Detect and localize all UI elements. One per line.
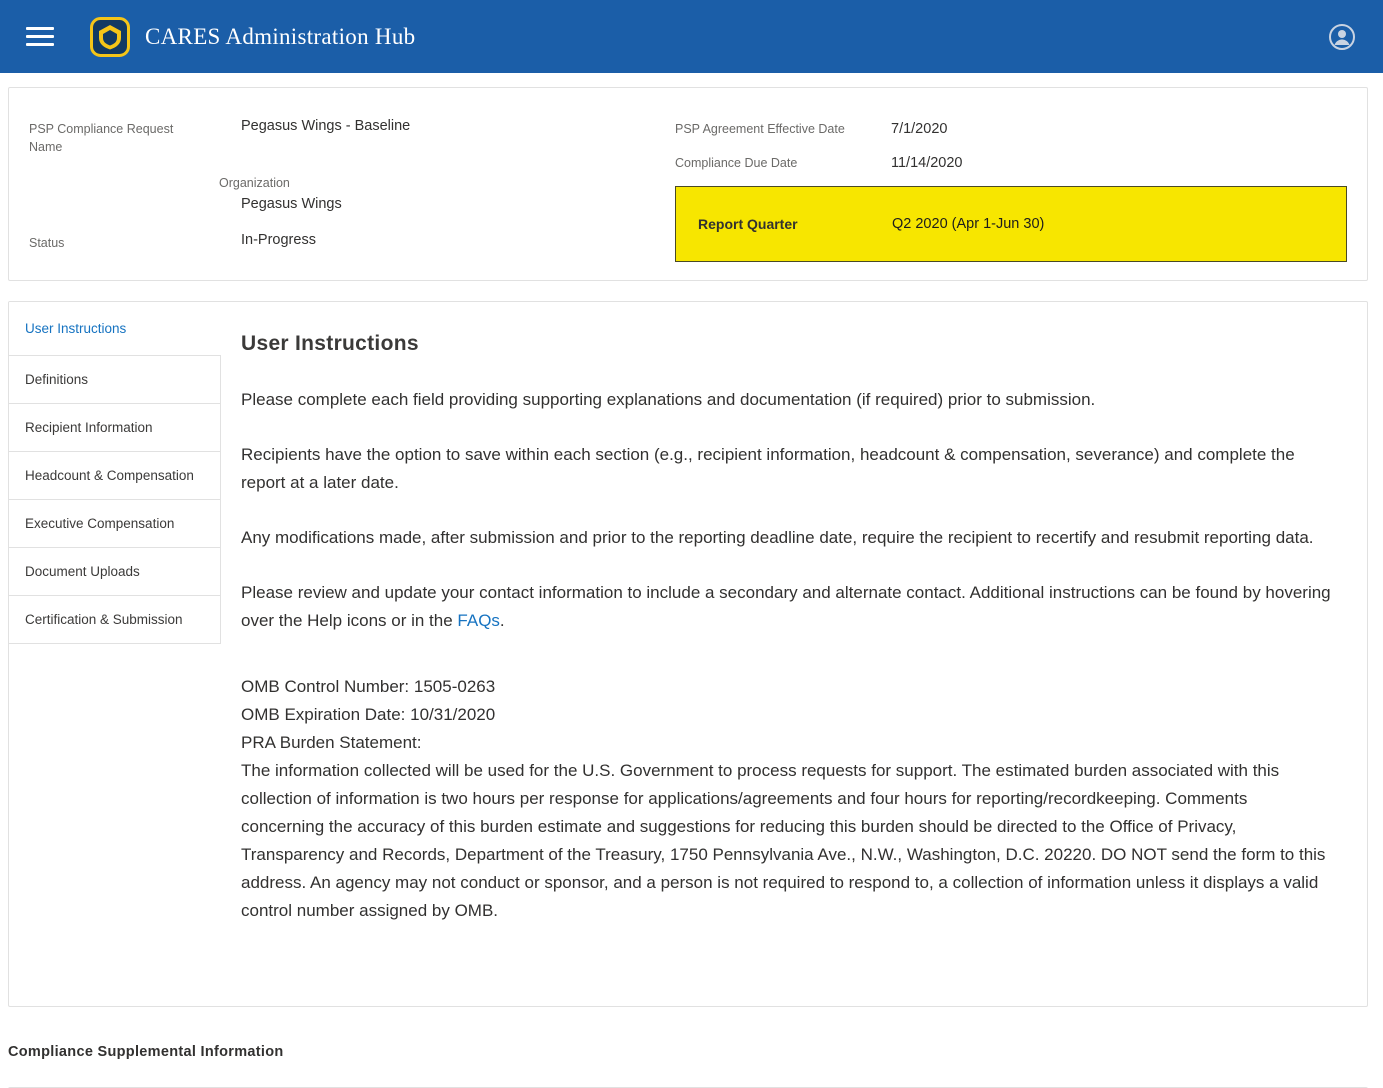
- instruction-paragraph: Any modifications made, after submission…: [241, 524, 1331, 552]
- contact-text-post: .: [500, 611, 505, 630]
- pra-burden-heading: PRA Burden Statement:: [241, 729, 1331, 757]
- tab-certification-submission[interactable]: Certification & Submission: [9, 596, 221, 644]
- tab-headcount-compensation[interactable]: Headcount & Compensation: [9, 452, 221, 500]
- tab-executive-compensation[interactable]: Executive Compensation: [9, 500, 221, 548]
- app-bar: CARES Administration Hub: [0, 0, 1383, 73]
- tab-user-instructions[interactable]: User Instructions: [9, 302, 221, 356]
- user-instructions-panel: User Instructions Please complete each f…: [221, 302, 1367, 1006]
- tab-recipient-information[interactable]: Recipient Information: [9, 404, 221, 452]
- omb-statement-block: OMB Control Number: 1505-0263 OMB Expira…: [241, 673, 1331, 925]
- organization-label: Organization: [219, 174, 675, 192]
- report-quarter-value: Q2 2020 (Apr 1-Jun 30): [892, 216, 1044, 232]
- effective-date-label: PSP Agreement Effective Date: [675, 120, 891, 138]
- page: CARES Administration Hub PSP Compliance …: [0, 0, 1383, 1088]
- due-date-value: 11/14/2020: [891, 155, 1347, 171]
- app-title: CARES Administration Hub: [145, 24, 415, 50]
- omb-control-number: OMB Control Number: 1505-0263: [241, 673, 1331, 701]
- request-name-value: Pegasus Wings - Baseline: [241, 106, 675, 156]
- panel-title: User Instructions: [241, 332, 1331, 356]
- instruction-paragraph-contact: Please review and update your contact in…: [241, 579, 1331, 635]
- report-sections-card: User Instructions Definitions Recipient …: [8, 301, 1368, 1007]
- organization-value: Pegasus Wings: [241, 196, 675, 212]
- hamburger-menu-icon[interactable]: [26, 27, 54, 46]
- report-quarter-highlight: Report Quarter Q2 2020 (Apr 1-Jun 30): [675, 186, 1347, 262]
- tab-definitions[interactable]: Definitions: [9, 356, 221, 404]
- faqs-link[interactable]: FAQs: [457, 611, 500, 630]
- report-quarter-label: Report Quarter: [698, 216, 892, 232]
- omb-expiration-date: OMB Expiration Date: 10/31/2020: [241, 701, 1331, 729]
- instruction-paragraph: Please complete each field providing sup…: [241, 386, 1331, 414]
- app-logo-icon: [90, 17, 130, 57]
- status-value: In-Progress: [241, 212, 675, 252]
- contact-text-pre: Please review and update your contact in…: [241, 583, 1331, 630]
- status-label: Status: [29, 212, 241, 252]
- section-tab-list: User Instructions Definitions Recipient …: [9, 302, 221, 1006]
- user-avatar-icon[interactable]: [1327, 22, 1357, 52]
- compliance-supplemental-title: Compliance Supplemental Information: [8, 1044, 1383, 1060]
- due-date-label: Compliance Due Date: [675, 154, 891, 172]
- compliance-summary-card: PSP Compliance Request Name Pegasus Wing…: [8, 87, 1368, 281]
- instruction-paragraph: Recipients have the option to save withi…: [241, 441, 1331, 497]
- tab-document-uploads[interactable]: Document Uploads: [9, 548, 221, 596]
- pra-burden-statement: The information collected will be used f…: [241, 757, 1331, 925]
- effective-date-value: 7/1/2020: [891, 121, 1347, 137]
- request-name-label: PSP Compliance Request Name: [29, 106, 189, 156]
